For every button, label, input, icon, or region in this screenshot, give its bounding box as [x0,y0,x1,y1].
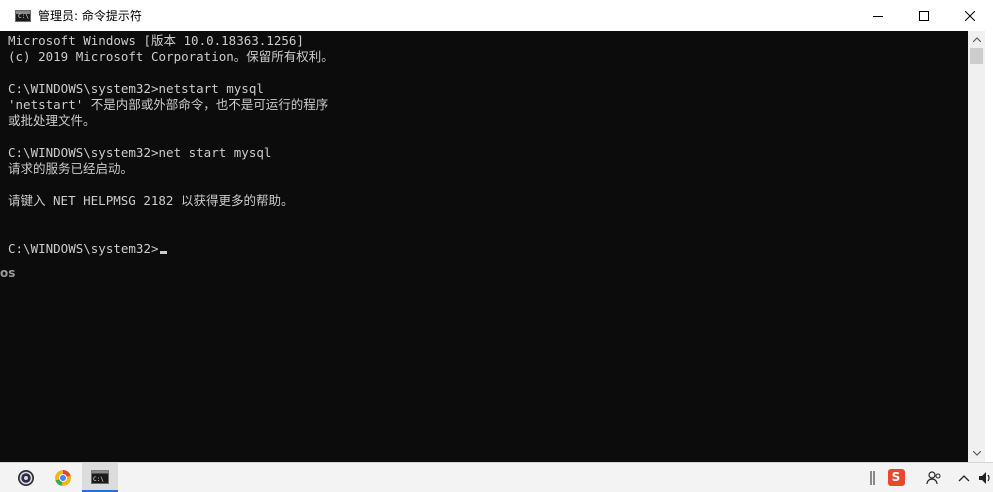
console-line: 或批处理文件。 [8,113,96,128]
window-title: 管理员: 命令提示符 [38,9,142,23]
console-line: Microsoft Windows [版本 10.0.18363.1256] [8,33,304,48]
tray-divider-icon [870,470,875,485]
scroll-up-icon [972,37,981,42]
svg-text:C:\: C:\ [93,476,104,483]
volume-button[interactable] [977,463,993,492]
people-button[interactable] [922,463,946,492]
console-line: (c) 2019 Microsoft Corporation。保留所有权利。 [8,49,334,64]
scroll-thumb[interactable] [970,48,983,64]
console-line: 请求的服务已经启动。 [8,161,134,176]
chevron-up-icon [958,474,970,481]
minimize-button[interactable] [855,0,901,31]
window-controls [855,0,993,31]
console-line: C:\WINDOWS\system32>netstart mysql [8,81,264,96]
close-button[interactable] [947,0,993,31]
console-line: C:\WINDOWS\system32>net start mysql [8,145,272,160]
vertical-scrollbar[interactable] [968,31,985,462]
prompt-text: C:\WINDOWS\system32> [8,241,159,256]
cmd-app-icon [15,9,31,22]
title-bar[interactable]: 管理员: 命令提示符 [0,0,993,31]
tray-divider [866,463,880,492]
scroll-down-button[interactable] [968,445,985,462]
close-icon [965,10,975,21]
people-icon [926,470,941,484]
obs-icon [18,469,34,486]
scroll-up-button[interactable] [968,31,985,48]
taskbar: C:\ S [0,462,993,492]
browser-icon [55,469,72,486]
console-prompt-line: C:\WINDOWS\system32> [8,241,167,257]
background-window-fragment: os [0,266,16,280]
console-line: 请键入 NET HELPMSG 2182 以获得更多的帮助。 [8,193,294,208]
cmd-icon: C:\ [91,469,109,484]
console-output-area[interactable]: Microsoft Windows [版本 10.0.18363.1256] (… [0,31,968,462]
console-line: 'netstart' 不是内部或外部命令，也不是可运行的程序 [8,97,329,112]
taskbar-app-obs[interactable] [8,463,44,492]
maximize-icon [919,10,929,21]
scroll-down-icon [972,451,981,456]
sogou-ime-icon: S [887,469,905,486]
maximize-button[interactable] [901,0,947,31]
ime-indicator[interactable]: S [884,463,908,492]
taskbar-app-browser[interactable] [45,463,81,492]
background-window-edge [985,31,993,462]
taskbar-app-cmd[interactable]: C:\ [82,463,118,492]
speaker-icon [979,471,990,484]
show-hidden-icons-button[interactable] [952,463,976,492]
command-prompt-window: 管理员: 命令提示符 Microsoft Windows [版本 10.0.1 [0,0,993,462]
text-cursor [159,251,167,254]
minimize-icon [873,15,883,17]
